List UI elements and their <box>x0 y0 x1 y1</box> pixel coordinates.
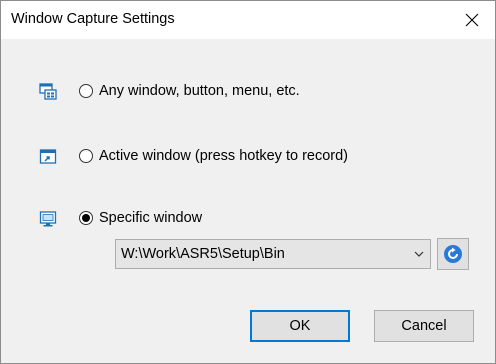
window-capture-settings-dialog: Window Capture Settings Any window, butt… <box>0 0 496 364</box>
radio-active-window[interactable]: Active window (press hotkey to record) <box>79 148 348 164</box>
radio-label-any-window: Any window, button, menu, etc. <box>99 83 300 99</box>
refresh-button[interactable] <box>437 238 469 270</box>
radio-button-selected[interactable] <box>79 211 93 225</box>
window-title: Window Capture Settings <box>11 11 175 27</box>
active-window-icon <box>39 148 57 166</box>
refresh-icon <box>444 245 462 263</box>
radio-any-window[interactable]: Any window, button, menu, etc. <box>79 83 300 99</box>
window-elements-icon <box>39 83 57 101</box>
radio-button[interactable] <box>79 84 93 98</box>
close-icon <box>465 13 479 27</box>
radio-label-active-window: Active window (press hotkey to record) <box>99 148 349 164</box>
cancel-button[interactable]: Cancel <box>374 310 474 342</box>
combobox-value: W:\Work\ASR5\Setup\Bin <box>121 246 285 262</box>
ok-button[interactable]: OK <box>250 310 350 342</box>
radio-label-specific-window: Specific window <box>99 210 203 226</box>
radio-specific-window[interactable]: Specific window <box>79 210 202 226</box>
close-button[interactable] <box>449 1 495 39</box>
monitor-icon <box>39 210 57 228</box>
chevron-down-icon[interactable] <box>408 251 430 257</box>
radio-button[interactable] <box>79 149 93 163</box>
title-bar[interactable]: Window Capture Settings <box>1 1 495 39</box>
window-path-combobox[interactable]: W:\Work\ASR5\Setup\Bin <box>115 239 431 269</box>
